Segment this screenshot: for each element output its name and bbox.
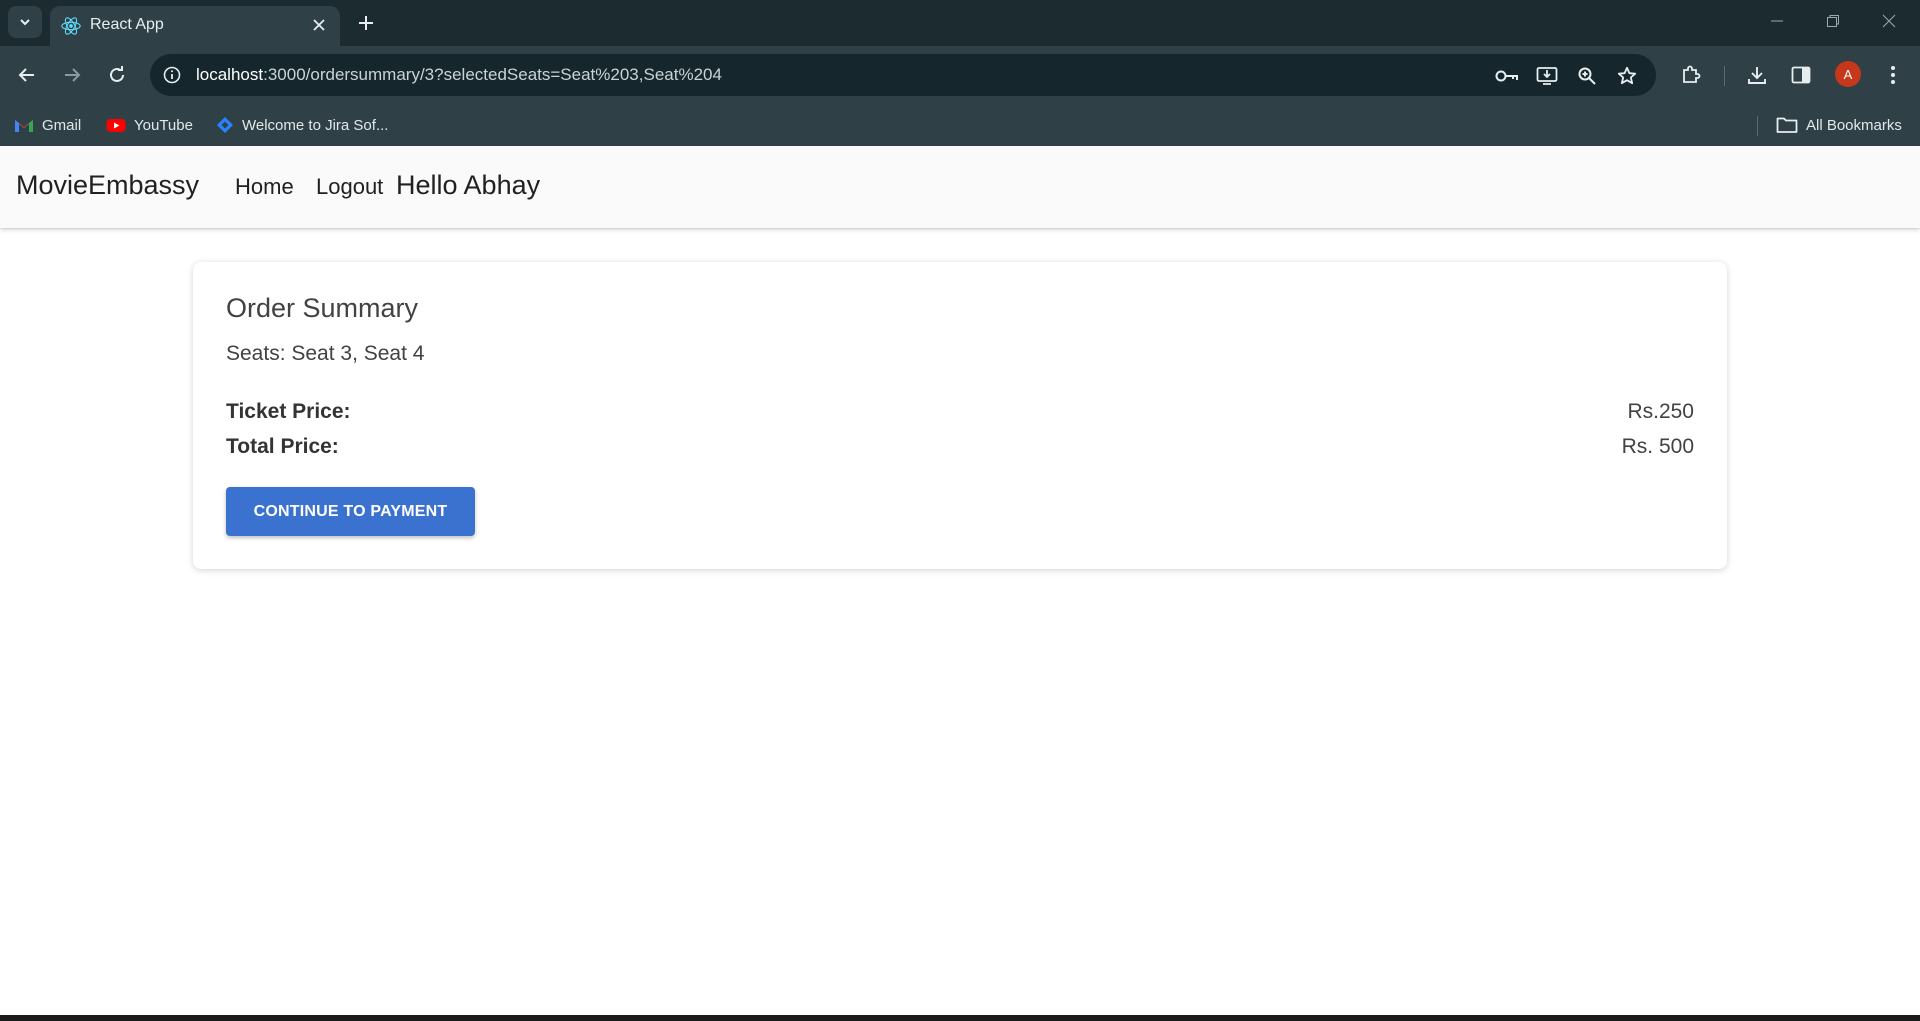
- taskbar-edge: [0, 1015, 1920, 1021]
- bookmarks-bar: Gmail YouTube Welcome to Jira Sof... All…: [0, 104, 1920, 146]
- forward-button[interactable]: [55, 58, 89, 92]
- brand-logo[interactable]: MovieEmbassy: [16, 170, 199, 201]
- continue-to-payment-button[interactable]: CONTINUE TO PAYMENT: [226, 487, 475, 536]
- back-button[interactable]: [10, 58, 44, 92]
- youtube-icon: [106, 118, 126, 132]
- extensions-button[interactable]: [1676, 60, 1706, 90]
- ticket-price-label: Ticket Price:: [226, 400, 351, 423]
- reload-icon: [110, 66, 124, 82]
- chevron-down-icon: [20, 19, 30, 26]
- browser-menu-button[interactable]: [1878, 60, 1908, 90]
- url-text[interactable]: localhost:3000/ordersummary/3?selectedSe…: [196, 65, 722, 85]
- app-navbar: MovieEmbassy Home Logout Hello Abhay: [0, 146, 1920, 228]
- toolbar-divider: [1724, 66, 1725, 86]
- ticket-price-value: Rs.250: [1627, 400, 1694, 423]
- gmail-icon: [15, 119, 33, 132]
- url-host: localhost: [196, 65, 264, 84]
- bookmark-label: Welcome to Jira Sof...: [242, 116, 389, 134]
- arrow-left-icon: [18, 68, 34, 82]
- all-bookmarks-button[interactable]: All Bookmarks: [1776, 114, 1902, 136]
- side-panel-button[interactable]: [1786, 60, 1816, 90]
- close-icon: [313, 19, 325, 31]
- browser-toolbar: localhost:3000/ordersummary/3?selectedSe…: [0, 46, 1920, 104]
- star-icon: [1617, 66, 1637, 85]
- zoom-button[interactable]: [1574, 63, 1600, 89]
- reload-button[interactable]: [100, 58, 134, 92]
- bookmark-gmail[interactable]: Gmail: [14, 114, 81, 136]
- order-summary-title: Order Summary: [226, 293, 419, 323]
- close-icon: [1882, 14, 1896, 28]
- bookmark-label: Gmail: [42, 116, 82, 134]
- minimize-icon: [1771, 20, 1783, 22]
- install-icon: [1536, 67, 1558, 85]
- total-price-label: Total Price:: [226, 435, 339, 458]
- download-icon: [1748, 67, 1766, 84]
- restore-icon: [1827, 15, 1839, 27]
- order-summary-card: Order Summary Seats: Seat 3, Seat 4 Tick…: [193, 262, 1727, 569]
- nav-home-link[interactable]: Home: [235, 174, 294, 200]
- side-panel-icon: [1791, 66, 1811, 84]
- bookmark-jira[interactable]: Welcome to Jira Sof...: [216, 114, 388, 136]
- address-bar[interactable]: localhost:3000/ordersummary/3?selectedSe…: [150, 54, 1656, 96]
- nav-logout-link[interactable]: Logout: [316, 174, 383, 200]
- bookmark-label: YouTube: [134, 116, 193, 134]
- user-greeting: Hello Abhay: [396, 170, 541, 200]
- arrow-right-icon: [65, 68, 81, 82]
- jira-icon: [217, 117, 233, 133]
- url-path: :3000/ordersummary/3?selectedSeats=Seat%…: [263, 65, 722, 84]
- info-icon: [163, 66, 181, 84]
- bookmarks-divider: [1757, 116, 1758, 136]
- site-info-button[interactable]: [160, 63, 184, 87]
- restore-button[interactable]: [1810, 6, 1856, 36]
- puzzle-icon: [1683, 65, 1701, 83]
- install-app-button[interactable]: [1534, 63, 1560, 89]
- profile-avatar[interactable]: A: [1835, 61, 1861, 87]
- bookmark-youtube[interactable]: YouTube: [106, 114, 193, 136]
- react-icon: [61, 17, 81, 35]
- tab-close-button[interactable]: [308, 14, 330, 36]
- plus-icon: [359, 16, 373, 30]
- close-window-button[interactable]: [1866, 6, 1912, 36]
- selected-seats-text: Seats: Seat 3, Seat 4: [226, 342, 425, 365]
- folder-icon: [1776, 117, 1798, 133]
- tab-title: React App: [90, 16, 164, 33]
- more-vert-icon: [1891, 66, 1895, 84]
- tab-search-button[interactable]: [8, 6, 42, 38]
- password-key-button[interactable]: [1494, 63, 1520, 89]
- new-tab-button[interactable]: [352, 9, 380, 37]
- total-price-value: Rs. 500: [1621, 435, 1694, 458]
- tab-strip: React App: [0, 0, 1920, 46]
- zoom-icon: [1578, 67, 1596, 85]
- downloads-button[interactable]: [1742, 60, 1772, 90]
- all-bookmarks-label: All Bookmarks: [1806, 116, 1902, 134]
- bookmark-star-button[interactable]: [1614, 63, 1640, 89]
- key-icon: [1495, 70, 1518, 82]
- browser-tab[interactable]: React App: [50, 6, 340, 46]
- minimize-button[interactable]: [1754, 6, 1800, 36]
